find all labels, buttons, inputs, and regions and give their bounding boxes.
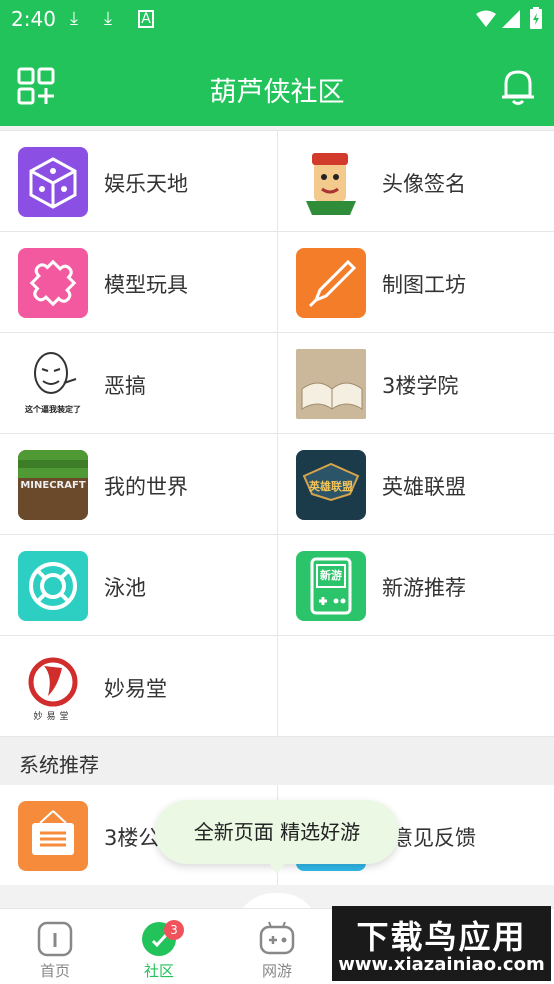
open-book-icon [296, 349, 366, 419]
app-header: 葫芦侠社区 [0, 40, 554, 126]
signal-icon [502, 10, 520, 28]
status-bar: 2:40 ⤓ ⤓ A [0, 0, 554, 40]
category-label: 新游推荐 [382, 576, 466, 600]
lifebuoy-icon [18, 551, 88, 621]
category-label: 意见反馈 [392, 826, 476, 850]
category-entertainment[interactable]: 娱乐天地 [0, 131, 277, 231]
lol-icon: 英雄联盟 [296, 450, 366, 520]
category-label: 模型玩具 [104, 273, 188, 297]
category-label: 我的世界 [104, 475, 188, 499]
watermark-title: 下载鸟应用 [356, 918, 527, 956]
category-label: 制图工坊 [382, 273, 466, 297]
category-miaoyitang[interactable]: 妙易堂 妙易堂 [0, 636, 277, 736]
page-title: 葫芦侠社区 [209, 77, 345, 108]
miaoyitang-caption: 妙易堂 [33, 712, 73, 722]
category-minecraft[interactable]: MINECRAFT 我的世界 [0, 434, 277, 534]
category-label: 头像签名 [382, 172, 466, 196]
category-avatar-signature[interactable]: 头像签名 [277, 131, 554, 231]
grid-row: 泳池 新游 新游推荐 [0, 535, 554, 636]
pen-nib-icon [296, 248, 366, 318]
notification-badge: 3 [164, 920, 184, 940]
category-label: 娱乐天地 [104, 172, 188, 196]
home-icon [37, 921, 73, 957]
grid-row: MINECRAFT 我的世界 英雄联盟 英雄联盟 [0, 434, 554, 535]
grid-row: 模型玩具 制图工坊 [0, 232, 554, 333]
category-label: 3楼学院 [382, 374, 459, 398]
category-label: 3楼公 [104, 826, 160, 850]
category-spoof[interactable]: 这个逼我装定了 恶搞 [0, 333, 277, 433]
category-new-games[interactable]: 新游 新游推荐 [277, 535, 554, 635]
category-label: 恶搞 [104, 374, 146, 398]
system-section-header: 系统推荐 [0, 737, 554, 785]
category-label: 英雄联盟 [382, 475, 466, 499]
watermark-url: www.xiazainiao.com [338, 954, 545, 975]
lol-caption: 英雄联盟 [309, 480, 353, 493]
download-icon: ⤓ [70, 8, 78, 29]
toast-bubble: 全新页面 精选好游 [155, 800, 399, 864]
signboard-icon [18, 801, 88, 871]
watermark-logo: 下载鸟应用 www.xiazainiao.com [332, 906, 551, 981]
minecraft-icon: MINECRAFT [18, 450, 88, 520]
grid-row: 这个逼我装定了 恶搞 3楼学院 [0, 333, 554, 434]
category-model-toys[interactable]: 模型玩具 [0, 232, 277, 332]
app-root: 2:40 ⤓ ⤓ A 葫芦侠社区 娱乐天地 头像签名 模型玩具 制图工坊 这个逼… [0, 0, 554, 984]
status-time: 2:40 [11, 7, 56, 31]
minecraft-caption: MINECRAFT [20, 480, 86, 491]
wifi-icon [476, 10, 496, 27]
bell-icon[interactable] [498, 66, 538, 106]
toast-tail [268, 862, 286, 874]
category-label: 妙易堂 [104, 677, 167, 701]
category-pool[interactable]: 泳池 [0, 535, 277, 635]
meme-caption: 这个逼我装定了 [25, 405, 81, 414]
nav-label: 首页 [39, 962, 70, 980]
battery-icon [530, 7, 542, 29]
category-3f-academy[interactable]: 3楼学院 [277, 333, 554, 433]
cartoon-avatar-icon [296, 147, 366, 217]
empty-cell [277, 636, 554, 736]
section-title: 系统推荐 [19, 753, 99, 777]
dice-icon [18, 147, 88, 217]
category-drawing-workshop[interactable]: 制图工坊 [277, 232, 554, 332]
gameboy-caption: 新游 [320, 569, 342, 582]
puzzle-icon [18, 248, 88, 318]
nav-community[interactable]: 3 社区 [104, 909, 214, 984]
download-icon-2: ⤓ [104, 8, 112, 29]
nav-home[interactable]: 首页 [0, 909, 110, 984]
gamepad-icon [259, 921, 295, 955]
nav-label: 网游 [261, 962, 292, 980]
meme-face-icon: 这个逼我装定了 [18, 349, 88, 419]
app-notification-icon: A [138, 10, 154, 28]
nav-online-games[interactable]: 网游 [222, 909, 332, 984]
category-league-of-legends[interactable]: 英雄联盟 英雄联盟 [277, 434, 554, 534]
category-label: 泳池 [104, 576, 146, 600]
miaoyitang-logo-icon: 妙易堂 [18, 652, 88, 722]
nav-label: 社区 [143, 962, 174, 980]
category-grid: 娱乐天地 头像签名 模型玩具 制图工坊 这个逼我装定了 恶搞 3楼学院 MINE… [0, 130, 554, 737]
gameboy-icon: 新游 [296, 551, 366, 621]
grid-row: 妙易堂 妙易堂 [0, 636, 554, 737]
grid-row: 娱乐天地 头像签名 [0, 131, 554, 232]
